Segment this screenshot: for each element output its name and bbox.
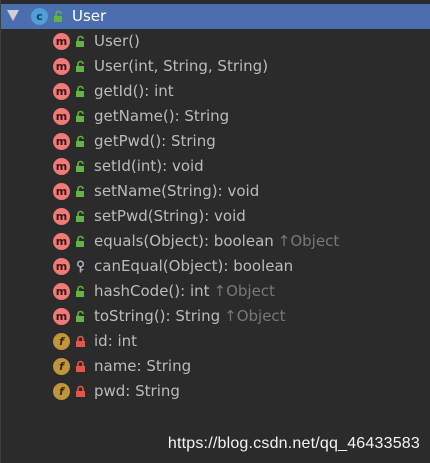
public-visibility-icon: [74, 235, 86, 249]
method-signature-label: User(): [94, 32, 140, 50]
private-visibility-icon: [74, 335, 86, 349]
tree-method-row[interactable]: m getPwd(): String: [1, 129, 430, 154]
method-signature-label: getName(): String: [94, 107, 230, 125]
tree-method-row[interactable]: m setPwd(String): void: [1, 204, 430, 229]
protected-visibility-icon: [74, 260, 86, 274]
method-icon: m: [53, 33, 70, 50]
method-signature-label: setName(String): void: [94, 182, 260, 200]
tree-root-class-user[interactable]: c User: [1, 4, 430, 29]
tree-method-row[interactable]: m canEqual(Object): boolean: [1, 254, 430, 279]
method-signature-label: canEqual(Object): boolean: [94, 257, 294, 275]
field-icon: f: [53, 333, 70, 350]
method-icon: m: [53, 58, 70, 75]
tree-field-row[interactable]: f name: String: [1, 354, 430, 379]
method-icon: m: [53, 133, 70, 150]
method-signature-label: setPwd(String): void: [94, 207, 246, 225]
public-visibility-icon: [74, 160, 86, 174]
tree-method-row[interactable]: m toString(): String ↑Object: [1, 304, 430, 329]
method-signature-label: getPwd(): String: [94, 132, 216, 150]
field-icon: f: [53, 383, 70, 400]
watermark: https://blog.csdn.net/qq_46433583: [167, 435, 420, 452]
public-visibility-icon: [74, 210, 86, 224]
tree-method-row[interactable]: m User(int, String, String): [1, 54, 430, 79]
public-visibility-icon: [74, 85, 86, 99]
collapse-arrow-icon[interactable]: [7, 10, 19, 21]
private-visibility-icon: [74, 360, 86, 374]
method-signature-label: toString(): String: [94, 307, 221, 325]
method-icon: m: [53, 108, 70, 125]
class-icon: c: [31, 8, 48, 25]
public-visibility-icon: [74, 35, 86, 49]
tree-method-row[interactable]: m equals(Object): boolean ↑Object: [1, 229, 430, 254]
public-visibility-icon: [74, 285, 86, 299]
method-icon: m: [53, 158, 70, 175]
tree-method-row[interactable]: m hashCode(): int ↑Object: [1, 279, 430, 304]
class-name-label: User: [72, 7, 107, 25]
private-visibility-icon: [74, 385, 86, 399]
tree-method-row[interactable]: m getName(): String: [1, 104, 430, 129]
public-visibility-icon: [52, 10, 64, 24]
tree-method-row[interactable]: m User(): [1, 29, 430, 54]
method-signature-label: equals(Object): boolean: [94, 232, 274, 250]
inherited-from-label: ↑Object: [277, 232, 340, 250]
inherited-from-label: ↑Object: [213, 282, 275, 300]
method-signature-label: getId(): int: [94, 82, 174, 100]
method-icon: m: [53, 208, 70, 225]
method-signature-label: User(int, String, String): [94, 57, 269, 75]
tree-field-row[interactable]: f pwd: String: [1, 379, 430, 404]
method-icon: m: [53, 308, 70, 325]
method-icon: m: [53, 258, 70, 275]
field-signature-label: name: String: [94, 357, 192, 375]
tree-method-row[interactable]: m setId(int): void: [1, 154, 430, 179]
method-icon: m: [53, 283, 70, 300]
structure-panel: c User m User() m User(int, String, String)…: [0, 0, 430, 463]
field-signature-label: pwd: String: [94, 382, 180, 400]
inherited-from-label: ↑Object: [224, 307, 286, 325]
tree-method-row[interactable]: m setName(String): void: [1, 179, 430, 204]
public-visibility-icon: [74, 185, 86, 199]
public-visibility-icon: [74, 110, 86, 124]
method-icon: m: [53, 233, 70, 250]
public-visibility-icon: [74, 135, 86, 149]
tree-method-row[interactable]: m getId(): int: [1, 79, 430, 104]
method-icon: m: [53, 183, 70, 200]
method-icon: m: [53, 83, 70, 100]
field-icon: f: [53, 358, 70, 375]
field-signature-label: id: int: [94, 332, 138, 350]
public-visibility-icon: [74, 310, 86, 324]
tree-field-row[interactable]: f id: int: [1, 329, 430, 354]
method-signature-label: hashCode(): int: [94, 282, 210, 300]
method-signature-label: setId(int): void: [94, 157, 204, 175]
public-visibility-icon: [74, 60, 86, 74]
